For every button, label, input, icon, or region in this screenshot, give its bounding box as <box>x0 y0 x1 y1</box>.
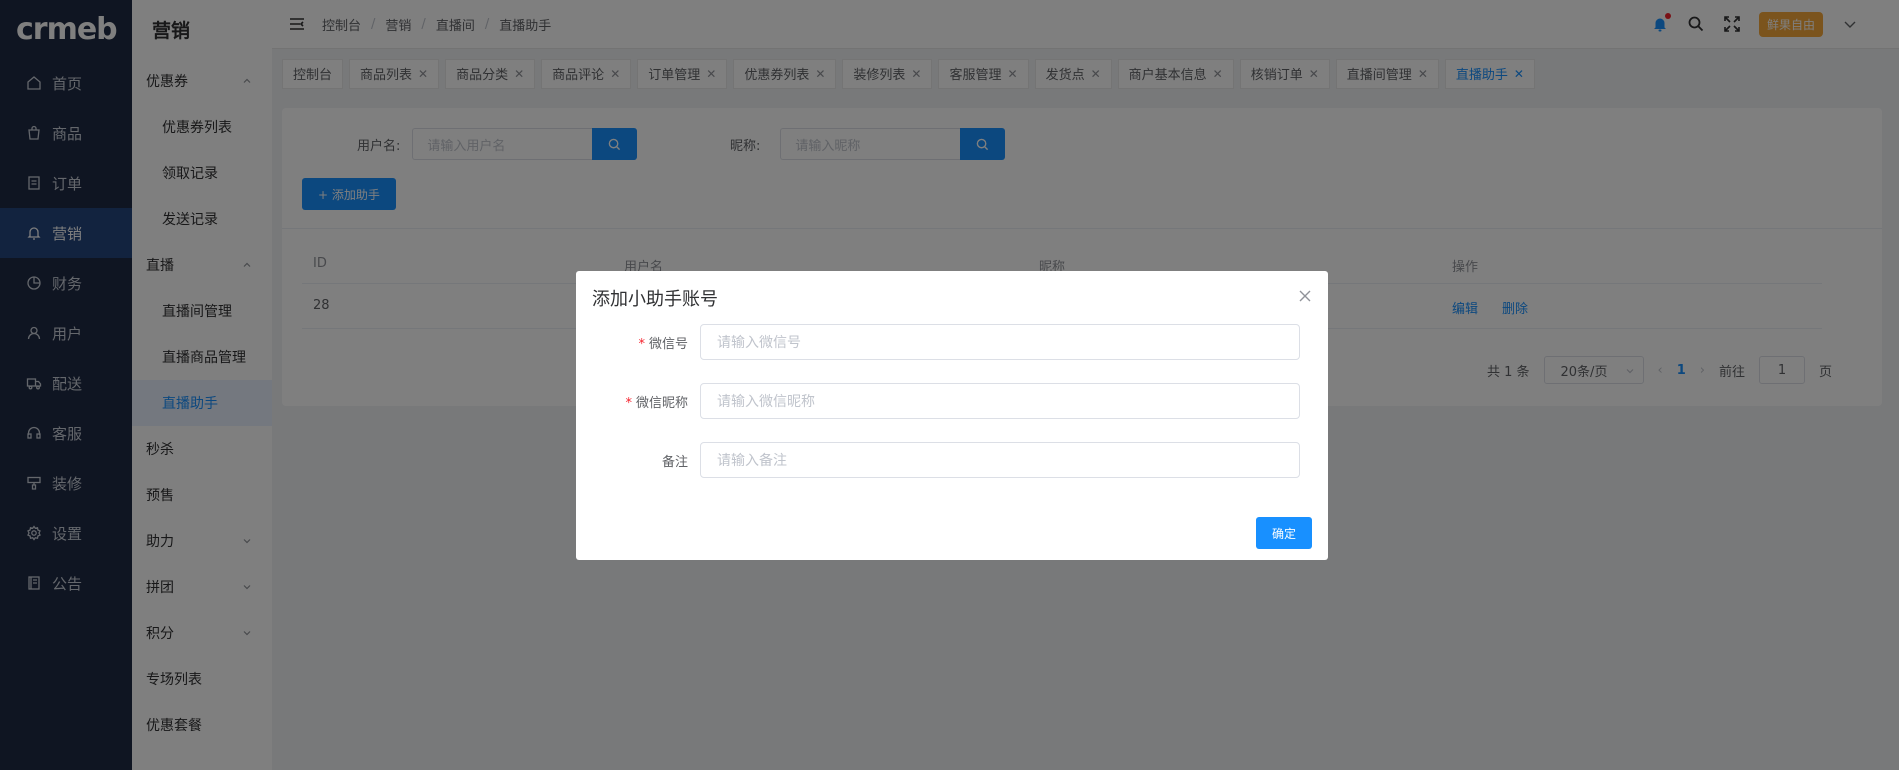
wechat-label-text: 微信号 <box>648 336 688 352</box>
wechat-input[interactable]: 请输入微信号 <box>700 324 1300 360</box>
wechat-nickname-input[interactable]: 请输入微信昵称 <box>700 383 1300 419</box>
form-row-remark: 备注 请输入备注 <box>576 442 1328 478</box>
wechat-nickname-label-text: 微信昵称 <box>635 395 688 411</box>
remark-label: 备注 <box>661 454 688 470</box>
wechat-label: * 微信号 <box>576 333 700 352</box>
confirm-button[interactable]: 确定 <box>1256 517 1312 549</box>
add-assistant-dialog: 添加小助手账号 * 微信号 请输入微信号 * 微信昵称 请输入微信昵称 备注 请输入… <box>576 271 1328 560</box>
required-mark: * <box>625 395 632 411</box>
required-mark: * <box>638 336 645 352</box>
remark-input[interactable]: 请输入备注 <box>700 442 1300 478</box>
dialog-title: 添加小助手账号 <box>592 289 718 310</box>
form-row-wechat: * 微信号 请输入微信号 <box>576 324 1328 360</box>
form-row-nickname: * 微信昵称 请输入微信昵称 <box>576 383 1328 419</box>
close-icon[interactable] <box>1298 289 1312 303</box>
wechat-nickname-label: * 微信昵称 <box>576 392 700 411</box>
